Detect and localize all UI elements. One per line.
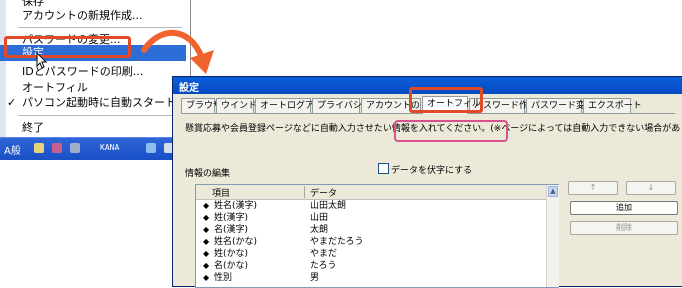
ime-indicator[interactable]: A般 — [4, 142, 21, 157]
vertical-scrollbar[interactable]: ▲ — [546, 185, 559, 287]
move-down-button[interactable]: ↓ — [626, 181, 676, 195]
tab-auto-logout[interactable]: オートログアウト — [255, 98, 332, 113]
table-row[interactable]: ◆ 名(漢字) 太朗 — [196, 224, 546, 236]
window-title: 設定 — [179, 83, 199, 94]
tray-app-icon[interactable] — [70, 143, 80, 153]
row-value: 太朗 — [310, 225, 329, 235]
checkbox-icon[interactable] — [378, 163, 389, 174]
kana-indicator[interactable]: KANA — [100, 143, 119, 152]
row-key: 名(かな) — [214, 261, 249, 271]
row-value: 男 — [310, 273, 320, 283]
table-row[interactable]: ◆ 姓(漢字) 山田 — [196, 212, 546, 224]
bullet-icon: ◆ — [203, 225, 210, 234]
table-row[interactable]: ◆ 性別 男 — [196, 272, 546, 284]
tab-export[interactable]: エクスポート — [583, 98, 642, 113]
highlight-box-add-button — [394, 120, 508, 142]
row-value: 山田太朗 — [310, 201, 347, 211]
row-key: 性別 — [214, 273, 233, 283]
row-key: 姓(かな) — [214, 249, 249, 259]
scroll-up-icon[interactable]: ▲ — [548, 186, 558, 197]
bullet-icon: ◆ — [203, 261, 210, 270]
tray-app-icon[interactable] — [52, 143, 62, 153]
tray-app-icon[interactable] — [146, 143, 156, 153]
table-row[interactable]: ◆ 姓名(漢字) 山田太朗 — [196, 200, 546, 212]
column-header-item[interactable]: 項目 — [212, 186, 230, 199]
bullet-icon: ◆ — [203, 249, 210, 258]
menu-item-new-account[interactable]: アカウントの新規作成... — [0, 8, 186, 24]
bullet-icon: ◆ — [203, 201, 210, 210]
column-header-data[interactable]: データ — [310, 186, 337, 199]
taskbar: A般 KANA — [0, 137, 190, 160]
row-key: 名(漢字) — [214, 225, 249, 235]
row-value: やまだ — [310, 249, 338, 259]
tab-password-change[interactable]: パスワード変更 — [526, 98, 594, 113]
checkbox-label: データを伏字にする — [391, 166, 473, 176]
row-value: たろう — [310, 261, 337, 271]
mask-data-checkbox[interactable]: データを伏字にする — [378, 163, 472, 176]
tab-browser[interactable]: ブラウザ — [181, 98, 222, 113]
menu-item-label: 終了 — [22, 121, 44, 134]
row-value: やまだたろう — [310, 237, 364, 247]
delete-button[interactable]: 削除 — [570, 221, 678, 235]
check-icon: ✓ — [7, 96, 17, 109]
menu-item-label: アカウントの新規作成... — [22, 9, 143, 22]
table-row[interactable]: ◆ 姓(かな) やまだ — [196, 248, 546, 260]
row-key: 姓(漢字) — [214, 213, 249, 223]
table-row[interactable]: ◆ 名(かな) たろう — [196, 260, 546, 272]
column-divider[interactable] — [304, 186, 305, 198]
mouse-cursor-icon — [36, 52, 48, 69]
highlight-box-settings — [4, 36, 131, 58]
menu-item-label: オートフィル — [22, 81, 88, 94]
row-key: 姓名(かな) — [214, 237, 258, 247]
add-button[interactable]: 追加 — [570, 201, 678, 215]
bullet-icon: ◆ — [203, 213, 210, 222]
tab-privacy[interactable]: プライバシー — [312, 98, 371, 113]
menu-item-label: 保存 — [22, 0, 44, 8]
bullet-icon: ◆ — [203, 237, 210, 246]
table-row[interactable]: ◆ 姓名(かな) やまだたろう — [196, 236, 546, 248]
highlight-box-autofill-tab — [409, 87, 483, 113]
menu-item-exit[interactable]: 終了 — [0, 120, 186, 136]
tray-app-icon[interactable] — [34, 143, 44, 153]
bullet-icon: ◆ — [203, 273, 210, 282]
table-header: 項目 データ — [196, 185, 546, 200]
tab-window[interactable]: ウインドウ — [216, 98, 266, 113]
autofill-data-table: 項目 データ ◆ 姓名(漢字) 山田太朗 ◆ 姓(漢字) 山田 ◆ 名(漢字) … — [195, 184, 559, 288]
section-label: 情報の編集 — [185, 169, 231, 179]
menu-separator — [18, 115, 182, 116]
row-key: 姓名(漢字) — [214, 201, 258, 211]
move-up-button[interactable]: ↑ — [568, 181, 618, 195]
row-value: 山田 — [310, 213, 329, 223]
